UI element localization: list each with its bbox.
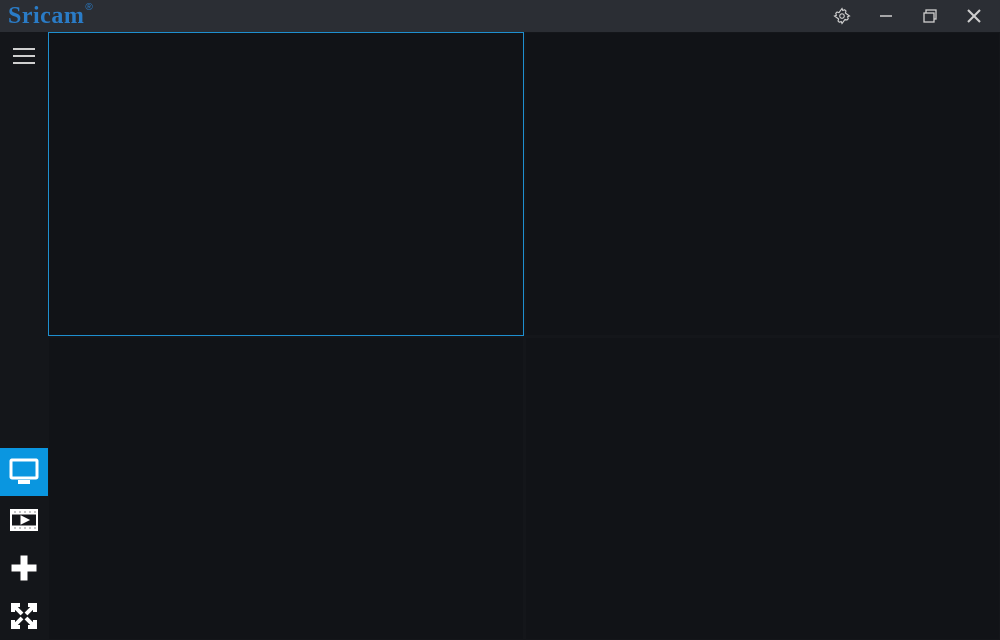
- settings-button[interactable]: [820, 0, 864, 32]
- registered-mark: ®: [85, 2, 92, 13]
- minimize-icon: [879, 9, 893, 23]
- camera-cell-0[interactable]: [48, 32, 524, 336]
- camera-grid: [48, 32, 1000, 640]
- camera-cell-2[interactable]: [48, 337, 524, 640]
- gear-icon: [833, 7, 851, 25]
- app-logo: Sricam ®: [8, 0, 92, 32]
- menu-icon: [12, 47, 36, 65]
- restore-button[interactable]: [908, 0, 952, 32]
- live-view-button[interactable]: [0, 448, 48, 496]
- menu-button[interactable]: [0, 32, 48, 80]
- window-controls: [820, 0, 996, 32]
- minimize-button[interactable]: [864, 0, 908, 32]
- app-logo-text: Sricam: [8, 0, 84, 32]
- restore-icon: [923, 9, 937, 23]
- film-play-icon: [9, 506, 39, 534]
- close-icon: [967, 9, 981, 23]
- camera-cell-1[interactable]: [525, 32, 1000, 336]
- camera-cell-3[interactable]: [525, 337, 1000, 640]
- sidebar: [0, 32, 48, 640]
- fullscreen-button[interactable]: [0, 592, 48, 640]
- playback-button[interactable]: [0, 496, 48, 544]
- monitor-icon: [9, 458, 39, 486]
- plus-icon: [9, 553, 39, 583]
- add-device-button[interactable]: [0, 544, 48, 592]
- close-button[interactable]: [952, 0, 996, 32]
- expand-icon: [9, 601, 39, 631]
- titlebar: Sricam ®: [0, 0, 1000, 32]
